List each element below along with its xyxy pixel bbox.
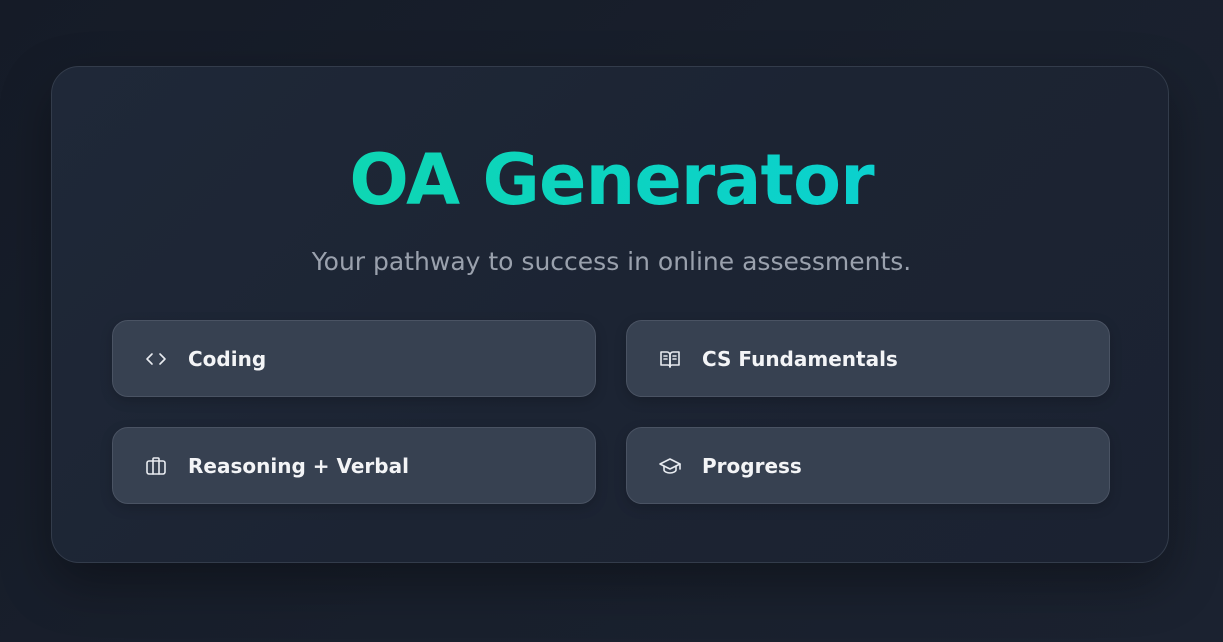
progress-button[interactable]: Progress (626, 427, 1110, 504)
reasoning-verbal-label: Reasoning + Verbal (188, 453, 409, 478)
book-open-icon (657, 346, 683, 372)
coding-label: Coding (188, 346, 267, 371)
cs-fundamentals-label: CS Fundamentals (702, 346, 898, 371)
code-icon (143, 346, 169, 372)
graduation-cap-icon (657, 453, 683, 479)
reasoning-verbal-button[interactable]: Reasoning + Verbal (112, 427, 596, 504)
briefcase-icon (143, 453, 169, 479)
coding-button[interactable]: Coding (112, 320, 596, 397)
progress-label: Progress (702, 453, 802, 478)
page-title: OA Generator (0, 138, 1223, 222)
cs-fundamentals-button[interactable]: CS Fundamentals (626, 320, 1110, 397)
page-subtitle: Your pathway to success in online assess… (311, 247, 912, 276)
